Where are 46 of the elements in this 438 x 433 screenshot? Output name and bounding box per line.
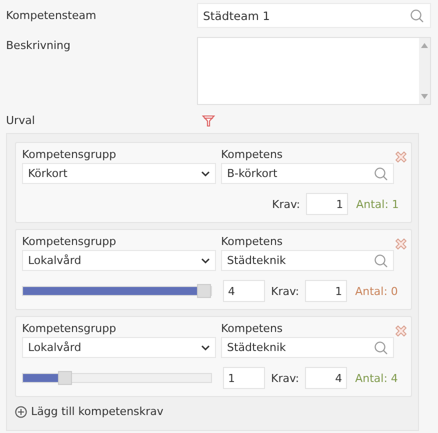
group-dropdown[interactable]: Lokalvård [22,337,216,358]
krav-input[interactable]: 4 [305,367,348,389]
search-icon[interactable] [374,340,388,354]
count-label: Antal: 1 [356,198,399,210]
delete-icon[interactable] [395,151,407,163]
level-input[interactable]: 4 [223,280,265,302]
slider-handle[interactable] [197,284,211,298]
group-label: Kompetensgrupp [22,235,118,248]
chevron-icon [201,170,210,176]
competence-label: Kompetens [221,322,284,335]
slider-handle[interactable] [58,371,72,385]
group-dropdown[interactable]: Lokalvård [22,250,216,271]
group-label: Kompetensgrupp [22,322,118,335]
level-input[interactable]: 1 [223,367,265,389]
chevron-icon [201,258,210,264]
add-icon [15,406,27,418]
add-requirement-link[interactable]: Lägg till kompetenskrav [15,405,164,418]
krav-input[interactable]: 1 [306,193,348,215]
team-field[interactable]: Städteam 1 [197,3,431,28]
search-icon[interactable] [374,166,388,180]
scroll-down-icon[interactable] [421,94,428,99]
competence-field[interactable]: Städteknik [221,337,394,358]
krav-label: Krav: [271,372,300,384]
krav-input[interactable]: 1 [305,280,348,302]
scrollbar[interactable] [419,38,430,104]
count-label: Antal: 4 [355,372,398,384]
group-label: Kompetensgrupp [22,148,118,161]
competence-label: Kompetens [221,148,284,161]
krav-label: Krav: [272,198,300,210]
group-dropdown[interactable]: Körkort [22,163,216,184]
search-icon[interactable] [374,254,388,268]
delete-icon[interactable] [395,238,407,250]
selection-label: Urval [6,114,36,127]
competence-label: Kompetens [221,235,284,248]
competence-field[interactable]: B-körkort [221,163,394,184]
search-icon[interactable] [410,8,424,22]
count-label: Antal: 0 [355,284,398,298]
filter-icon[interactable] [202,114,215,126]
delete-icon[interactable] [395,325,407,337]
description-field[interactable] [197,37,431,105]
krav-label: Krav: [271,284,300,298]
description-label: Beskrivning [6,39,72,52]
chevron-icon [201,344,210,350]
team-label: Kompetensteam [6,9,98,22]
scroll-up-icon[interactable] [421,43,428,48]
competence-field[interactable]: Städteknik [221,250,394,271]
